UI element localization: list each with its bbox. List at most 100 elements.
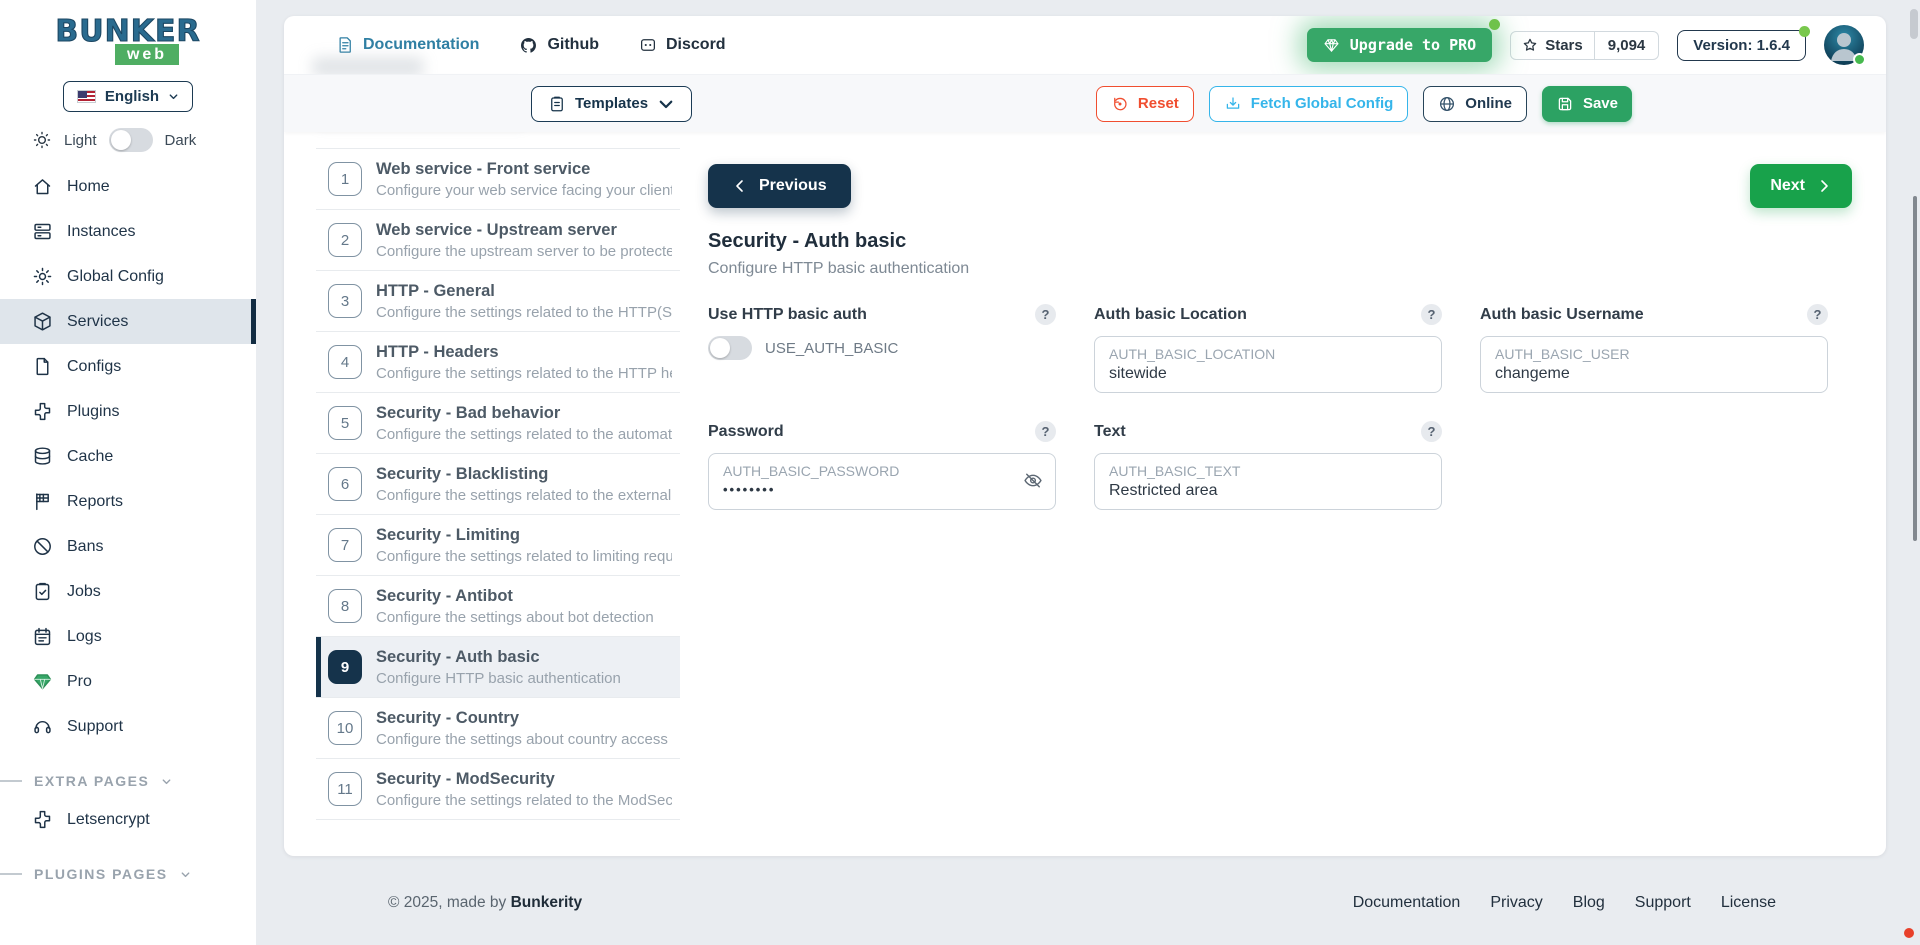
wizard-step[interactable]: 9 Security - Auth basic Configure HTTP b… <box>316 637 680 698</box>
flag-icon <box>32 491 53 512</box>
sidebar-item-label: Support <box>67 718 123 736</box>
logo-web-badge: web <box>115 44 179 65</box>
wizard-step[interactable]: 2 Web service - Upstream server Configur… <box>316 210 680 271</box>
sidebar-item-home[interactable]: Home <box>0 164 256 209</box>
bunkerity-link[interactable]: Bunkerity <box>511 894 583 911</box>
footer-link-license[interactable]: License <box>1721 894 1776 912</box>
previous-button[interactable]: Previous <box>708 164 851 208</box>
help-icon[interactable]: ? <box>1035 304 1056 325</box>
header-right: Upgrade to PRO Stars 9,094 Version: 1.6.… <box>1307 25 1864 65</box>
theme-switch[interactable] <box>109 128 153 152</box>
version-button[interactable]: Version: 1.6.4 <box>1677 30 1806 61</box>
footer-link-privacy[interactable]: Privacy <box>1490 894 1542 912</box>
sidebar-item-logs[interactable]: Logs <box>0 614 256 659</box>
version-label: Version: 1.6.4 <box>1693 37 1790 54</box>
wizard-step[interactable]: 11 Security - ModSecurity Configure the … <box>316 759 680 820</box>
help-icon[interactable]: ? <box>1421 421 1442 442</box>
auth-basic-location-input[interactable]: AUTH_BASIC_LOCATION sitewide <box>1094 336 1442 393</box>
field-label: Auth basic Username <box>1480 306 1644 324</box>
footer-link-support[interactable]: Support <box>1635 894 1691 912</box>
us-flag-icon <box>77 90 96 103</box>
sidebar-item-label: Cache <box>67 448 113 466</box>
sidebar-item-instances[interactable]: Instances <box>0 209 256 254</box>
step-texts: Security - Country Configure the setting… <box>376 709 672 748</box>
sidebar-item-jobs[interactable]: Jobs <box>0 569 256 614</box>
help-icon[interactable]: ? <box>1807 304 1828 325</box>
github-link[interactable]: Github <box>519 36 599 55</box>
dark-label: Dark <box>165 132 197 149</box>
online-button[interactable]: Online <box>1423 86 1527 122</box>
step-texts: HTTP - General Configure the settings re… <box>376 282 672 321</box>
copyright-text: © 2025, made by <box>388 894 506 911</box>
pro-diamond-icon <box>32 671 53 692</box>
extra-pages-label: EXTRA PAGES <box>34 773 149 789</box>
puzzle-icon <box>32 401 53 422</box>
avatar[interactable] <box>1824 25 1864 65</box>
setting-name: AUTH_BASIC_TEXT <box>1109 463 1427 479</box>
wizard-nav: Previous Next <box>708 164 1852 208</box>
wizard-step[interactable]: 6 Security - Blacklisting Configure the … <box>316 454 680 515</box>
sidebar-item-support[interactable]: Support <box>0 704 256 749</box>
database-icon <box>32 446 53 467</box>
wizard-step[interactable]: 3 HTTP - General Configure the settings … <box>316 271 680 332</box>
step-texts: Security - Antibot Configure the setting… <box>376 587 654 626</box>
sidebar-item-global-config[interactable]: Global Config <box>0 254 256 299</box>
toggle-password-visibility-button[interactable] <box>1023 470 1043 493</box>
wizard-step[interactable]: 5 Security - Bad behavior Configure the … <box>316 393 680 454</box>
sidebar-item-reports[interactable]: Reports <box>0 479 256 524</box>
github-stars-widget[interactable]: Stars 9,094 <box>1510 31 1659 60</box>
auth-basic-password-input[interactable]: AUTH_BASIC_PASSWORD •••••••• <box>708 453 1056 510</box>
settings-form: Use HTTP basic auth ? USE_AUTH_BASIC Aut… <box>708 304 1852 510</box>
help-icon[interactable]: ? <box>1421 304 1442 325</box>
wizard-step[interactable]: 4 HTTP - Headers Configure the settings … <box>316 332 680 393</box>
sidebar-item-configs[interactable]: Configs <box>0 344 256 389</box>
sidebar-item-cache[interactable]: Cache <box>0 434 256 479</box>
auth-basic-user-input[interactable]: AUTH_BASIC_USER changeme <box>1480 336 1828 393</box>
step-subtitle: Configure HTTP basic authentication <box>376 670 621 687</box>
reset-button[interactable]: Reset <box>1096 86 1194 122</box>
step-texts: HTTP - Headers Configure the settings re… <box>376 343 672 382</box>
sidebar-item-letsencrypt[interactable]: Letsencrypt <box>0 797 256 842</box>
download-icon <box>1224 95 1242 113</box>
field-auth-basic-username: Auth basic Username ? AUTH_BASIC_USER ch… <box>1480 304 1828 393</box>
save-button[interactable]: Save <box>1542 86 1632 122</box>
chevron-down-icon <box>657 95 675 113</box>
templates-dropdown[interactable]: Templates <box>531 86 692 122</box>
ban-icon <box>32 536 53 557</box>
wizard-steps: 1 Web service - Front service Configure … <box>316 148 680 856</box>
language-selector[interactable]: English <box>63 81 193 112</box>
sidebar-item-plugins[interactable]: Plugins <box>0 389 256 434</box>
upgrade-pro-button[interactable]: Upgrade to PRO <box>1307 28 1492 62</box>
link-label: Documentation <box>363 36 479 54</box>
theme-toggle-row: Light Dark <box>0 128 256 152</box>
field-password: Password ? AUTH_BASIC_PASSWORD •••••••• <box>708 421 1056 510</box>
footer-link-documentation[interactable]: Documentation <box>1353 894 1461 912</box>
fetch-global-config-button[interactable]: Fetch Global Config <box>1209 86 1409 122</box>
wizard-step[interactable]: 1 Web service - Front service Configure … <box>316 149 680 210</box>
sidebar-item-pro[interactable]: Pro <box>0 659 256 704</box>
auth-basic-text-input[interactable]: AUTH_BASIC_TEXT Restricted area <box>1094 453 1442 510</box>
step-subtitle: Configure the settings related to the HT… <box>376 304 672 321</box>
chevron-right-icon <box>1816 178 1832 194</box>
plugins-pages-section[interactable]: PLUGINS PAGES <box>0 866 256 882</box>
sun-icon <box>32 130 52 150</box>
sidebar-item-bans[interactable]: Bans <box>0 524 256 569</box>
next-button[interactable]: Next <box>1750 164 1852 208</box>
sidebar-item-services[interactable]: Services <box>0 299 256 344</box>
scrollbar-thumb[interactable] <box>1913 196 1917 541</box>
discord-link[interactable]: Discord <box>639 36 726 55</box>
documentation-link[interactable]: Documentation <box>336 36 479 55</box>
step-number: 2 <box>328 223 362 257</box>
help-icon[interactable]: ? <box>1035 421 1056 442</box>
scrollbar-thumb[interactable] <box>1910 9 1918 39</box>
document-icon <box>336 36 354 54</box>
wizard-step[interactable]: 8 Security - Antibot Configure the setti… <box>316 576 680 637</box>
wizard-step[interactable]: 10 Security - Country Configure the sett… <box>316 698 680 759</box>
extra-pages-section[interactable]: EXTRA PAGES <box>0 773 256 789</box>
field-label: Text <box>1094 423 1126 441</box>
use-auth-basic-toggle[interactable] <box>708 336 752 360</box>
footer-link-blog[interactable]: Blog <box>1573 894 1605 912</box>
wizard-step[interactable]: 7 Security - Limiting Configure the sett… <box>316 515 680 576</box>
next-label: Next <box>1770 177 1805 195</box>
step-title: Web service - Front service <box>376 160 672 179</box>
